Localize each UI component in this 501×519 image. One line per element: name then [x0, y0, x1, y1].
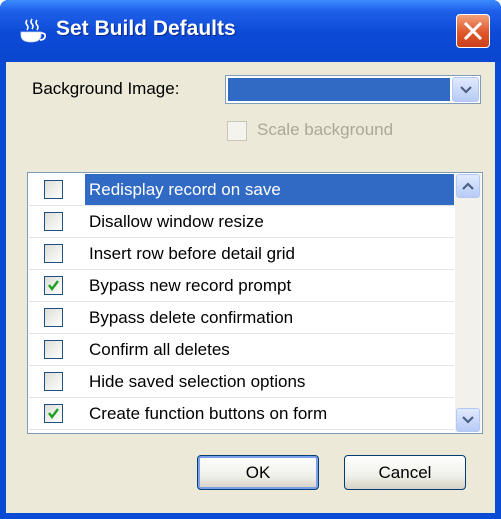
close-button[interactable] — [456, 14, 490, 48]
list-item[interactable]: Bypass new record prompt — [29, 270, 454, 302]
scroll-up-button[interactable] — [456, 174, 480, 198]
checkmark-icon — [48, 280, 59, 291]
teapot-icon — [18, 18, 47, 44]
scale-background-label: Scale background — [257, 120, 394, 139]
options-checklist[interactable]: Redisplay record on save Disallow window … — [27, 172, 483, 434]
checkbox-cell — [29, 206, 83, 237]
list-item[interactable]: Confirm all deletes — [29, 334, 454, 366]
checkbox-cell — [29, 270, 83, 301]
scroll-down-button[interactable] — [456, 408, 480, 432]
list-item[interactable]: Hide saved selection options — [29, 366, 454, 398]
option-checkbox[interactable] — [44, 244, 63, 263]
cancel-button[interactable]: Cancel — [344, 455, 466, 490]
list-item[interactable]: Create function buttons on form — [29, 398, 454, 430]
option-label: Create function buttons on form — [89, 404, 328, 423]
list-item[interactable]: Bypass delete confirmation — [29, 302, 454, 334]
background-image-select[interactable] — [225, 75, 481, 104]
checkmark-icon — [48, 408, 59, 419]
checkbox-cell — [29, 334, 83, 365]
background-image-dropdown-button[interactable] — [452, 77, 479, 102]
dialog-window: Set Build Defaults Background Image: Sca… — [0, 0, 501, 519]
checkbox-cell — [29, 238, 83, 269]
option-label: Bypass delete confirmation — [89, 308, 294, 327]
option-label: Hide saved selection options — [89, 372, 306, 391]
dialog-body: Background Image: Scale background Redis… — [6, 62, 495, 513]
list-item[interactable]: Disallow window resize — [29, 206, 454, 238]
option-checkbox[interactable] — [44, 308, 63, 327]
checkbox-cell — [29, 174, 83, 205]
list-item[interactable]: Insert row before detail grid — [29, 238, 454, 270]
background-image-value — [228, 78, 450, 101]
option-label: Confirm all deletes — [89, 340, 230, 359]
option-checkbox[interactable] — [44, 340, 63, 359]
option-checkbox[interactable] — [44, 276, 63, 295]
scale-background-checkbox — [227, 121, 247, 141]
option-checkbox[interactable] — [44, 180, 63, 199]
option-label: Insert row before detail grid — [89, 244, 295, 263]
ok-button[interactable]: OK — [197, 455, 319, 490]
option-label: Bypass new record prompt — [89, 276, 292, 295]
option-checkbox[interactable] — [44, 404, 63, 423]
option-label: Disallow window resize — [89, 212, 264, 231]
checkbox-cell — [29, 302, 83, 333]
checkbox-cell — [29, 366, 83, 397]
window-title: Set Build Defaults — [56, 17, 236, 40]
background-image-label: Background Image: — [32, 79, 180, 98]
list-item[interactable]: Redisplay record on save — [29, 174, 454, 206]
vertical-scrollbar[interactable] — [455, 174, 481, 432]
option-checkbox[interactable] — [44, 372, 63, 391]
option-label: Redisplay record on save — [85, 174, 454, 205]
title-bar[interactable]: Set Build Defaults — [0, 0, 501, 62]
checkbox-cell — [29, 398, 83, 429]
option-checkbox[interactable] — [44, 212, 63, 231]
